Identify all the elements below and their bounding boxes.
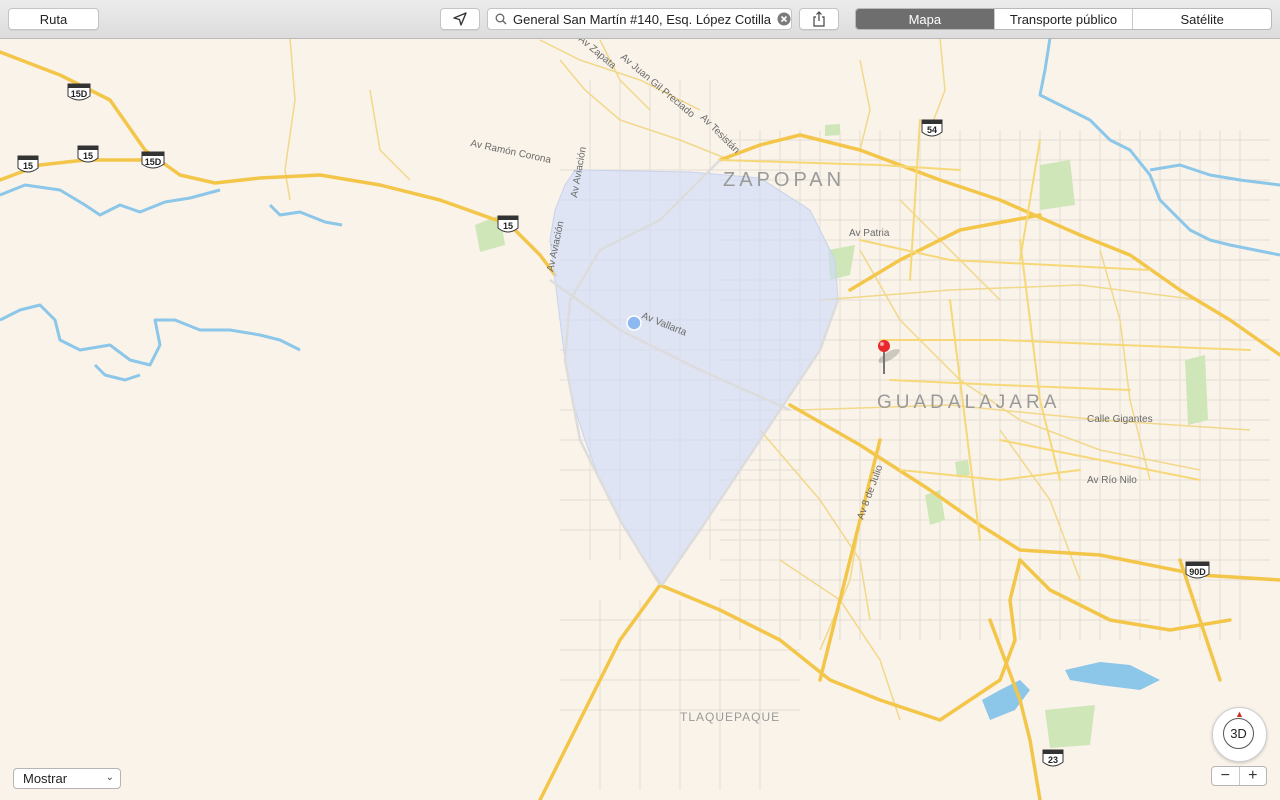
highway-shield-icon: 15 [497,215,519,233]
highway-shield-icon: 15D [141,151,165,169]
svg-text:15: 15 [503,221,513,231]
route-button[interactable]: Ruta [8,8,99,30]
search-icon [495,13,507,25]
compass-3d-button[interactable]: ▲ 3D [1212,707,1267,762]
current-location-button[interactable] [440,8,480,30]
show-dropdown[interactable]: Mostrar ⌄ [13,768,121,789]
svg-text:90D: 90D [1189,567,1206,577]
city-label-guadalajara: GUADALAJARA [877,392,1060,413]
search-field[interactable]: General San Martín #140, Esq. López Coti… [487,8,792,30]
svg-text:23: 23 [1048,755,1058,765]
highway-shield-icon: 23 [1042,749,1064,767]
share-icon [813,11,825,27]
tab-transporte-publico[interactable]: Transporte público [993,9,1133,29]
svg-text:15D: 15D [71,89,88,99]
map-canvas[interactable]: ZAPOPAN GUADALAJARA TLAQUEPAQUE Av Ramón… [0,38,1280,800]
city-label-zapopan: ZAPOPAN [723,169,845,191]
map-type-segmented-control: Mapa Transporte público Satélite [855,8,1272,30]
svg-text:15: 15 [23,161,33,171]
svg-text:54: 54 [927,125,937,135]
tab-satelite[interactable]: Satélite [1132,9,1271,29]
zoom-out-button[interactable]: − [1212,767,1240,785]
toolbar: Ruta General San Martín #140, Esq. López… [0,0,1280,39]
compass-3d-label: 3D [1223,718,1254,749]
street-label: Av Patria [849,228,890,239]
svg-text:15: 15 [83,151,93,161]
highway-shield-icon: 90D [1185,561,1210,579]
location-arrow-icon [453,12,467,26]
highway-shield-icon: 54 [921,119,943,137]
city-label-tlaquepaque: TLAQUEPAQUE [680,710,780,724]
tab-mapa[interactable]: Mapa [856,9,994,29]
search-input[interactable]: General San Martín #140, Esq. López Coti… [513,12,774,27]
street-label: Calle Gigantes [1087,414,1153,425]
chevron-down-icon: ⌄ [105,772,114,783]
zoom-control: − + [1211,766,1267,786]
svg-text:15D: 15D [145,157,162,167]
street-label: Av Río Nilo [1087,475,1137,486]
zoom-in-button[interactable]: + [1240,767,1267,785]
highway-shield-icon: 15 [17,155,39,173]
highway-shield-icon: 15D [67,83,91,101]
clear-search-icon[interactable] [777,12,791,26]
highway-shield-icon: 15 [77,145,99,163]
show-dropdown-label: Mostrar [23,771,68,786]
current-location-icon[interactable] [626,315,642,331]
share-button[interactable] [799,8,839,30]
